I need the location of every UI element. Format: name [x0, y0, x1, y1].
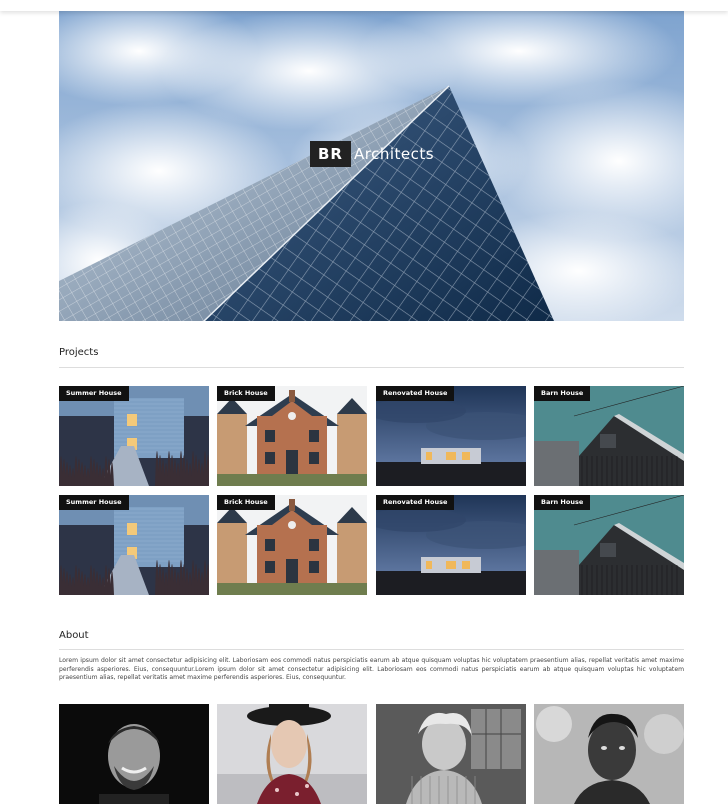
project-label: Barn House [534, 495, 591, 510]
project-image [534, 386, 684, 486]
team-member-photo [59, 704, 209, 804]
portrait-image [376, 704, 526, 804]
project-card[interactable]: Barn House [534, 386, 684, 486]
project-card[interactable]: Summer House [59, 495, 209, 595]
project-image [217, 495, 367, 595]
project-label: Summer House [59, 386, 129, 401]
projects-divider [59, 367, 684, 368]
hero-banner: BR Architects [59, 11, 684, 321]
brand-logo[interactable]: BR Architects [310, 141, 434, 167]
about-paragraph: Lorem ipsum dolor sit amet consectetur a… [59, 657, 684, 681]
project-card[interactable]: Barn House [534, 495, 684, 595]
project-card[interactable]: Renovated House [376, 495, 526, 595]
project-image [534, 495, 684, 595]
portrait-image [217, 704, 367, 804]
team-member-photo [534, 704, 684, 804]
top-bar [0, 0, 728, 11]
portrait-image [534, 704, 684, 804]
project-label: Brick House [217, 495, 275, 510]
project-label: Renovated House [376, 386, 455, 401]
project-label: Renovated House [376, 495, 455, 510]
project-card[interactable]: Brick House [217, 495, 367, 595]
project-label: Brick House [217, 386, 275, 401]
projects-heading: Projects [59, 347, 99, 358]
portrait-image [59, 704, 209, 804]
project-image [217, 386, 367, 486]
project-image [376, 386, 526, 486]
project-card[interactable]: Summer House [59, 386, 209, 486]
project-card[interactable]: Brick House [217, 386, 367, 486]
project-image [59, 495, 209, 595]
about-divider [59, 649, 684, 650]
brand-name: Architects [353, 145, 435, 163]
about-heading: About [59, 630, 89, 641]
team-member-photo [217, 704, 367, 804]
project-image [376, 495, 526, 595]
project-card[interactable]: Renovated House [376, 386, 526, 486]
team-member-photo [376, 704, 526, 804]
brand-initials: BR [310, 141, 351, 167]
project-label: Barn House [534, 386, 591, 401]
project-image [59, 386, 209, 486]
project-label: Summer House [59, 495, 129, 510]
